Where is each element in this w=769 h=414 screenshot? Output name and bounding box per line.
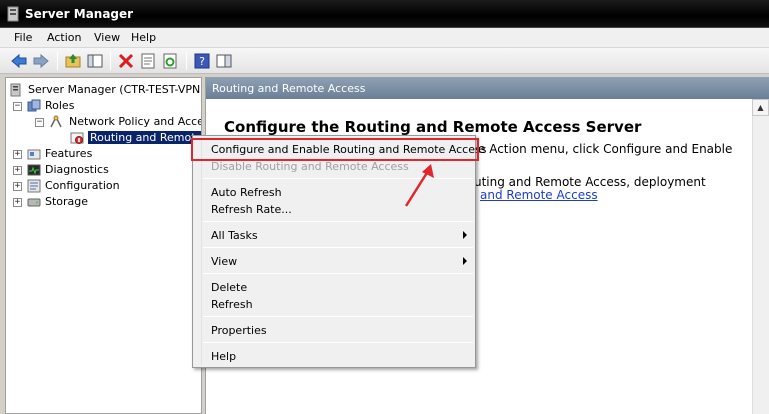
tree-label: Server Manager (CTR-TEST-VPN) [28, 83, 202, 96]
help-icon[interactable]: ? [193, 52, 211, 70]
vertical-scrollbar[interactable] [752, 99, 769, 414]
menu-view[interactable]: View [94, 31, 120, 44]
menu-help[interactable]: Help [131, 31, 156, 44]
title-bar: Server Manager [0, 0, 769, 28]
page-heading: Configure the Routing and Remote Access … [224, 118, 642, 136]
show-hide-tree-icon[interactable] [86, 52, 104, 70]
menu-item-help[interactable]: Help [211, 350, 236, 363]
tree-label: Roles [45, 99, 75, 112]
action-pane-icon[interactable] [215, 52, 233, 70]
menu-item-auto-refresh[interactable]: Auto Refresh [211, 186, 282, 199]
menu-item-disable: Disable Routing and Remote Access [211, 160, 409, 173]
up-folder-icon[interactable] [64, 52, 82, 70]
console-tree: Server Manager (CTR-TEST-VPN) − Roles − … [5, 77, 202, 414]
annotation-arrow-icon [404, 164, 434, 207]
tree-label: Configuration [45, 179, 120, 192]
toolbar-separator [186, 52, 187, 70]
routing-icon [70, 132, 84, 144]
properties-icon[interactable] [139, 52, 157, 70]
toolbar-separator [57, 52, 58, 70]
refresh-icon[interactable] [161, 52, 179, 70]
diagnostics-icon [27, 164, 41, 176]
storage-icon [27, 198, 41, 207]
submenu-arrow-icon [463, 257, 467, 265]
network-policy-icon [50, 115, 62, 128]
expand-icon[interactable]: + [13, 198, 22, 207]
details-header: Routing and Remote Access [206, 77, 769, 99]
menu-action[interactable]: Action [47, 31, 81, 44]
menu-item-properties[interactable]: Properties [211, 324, 267, 337]
tree-label: Features [45, 147, 93, 160]
expand-icon[interactable]: + [13, 150, 22, 159]
menu-bar: File Action View Help [0, 28, 769, 48]
tree-label: Diagnostics [45, 163, 109, 176]
back-icon[interactable] [10, 52, 28, 70]
menu-item-view[interactable]: View [211, 255, 237, 268]
menu-item-all-tasks[interactable]: All Tasks [211, 229, 258, 242]
forward-icon[interactable] [32, 52, 50, 70]
collapse-icon[interactable]: − [13, 102, 22, 111]
menu-separator [203, 221, 473, 222]
menu-item-refresh[interactable]: Refresh [211, 298, 253, 311]
menu-file[interactable]: File [14, 31, 32, 44]
submenu-arrow-icon [463, 231, 467, 239]
roles-icon [27, 99, 41, 112]
delete-icon[interactable] [117, 52, 135, 70]
toolbar: ? [0, 48, 769, 74]
help-link[interactable]: and Remote Access [480, 188, 598, 202]
highlight-box [191, 138, 479, 161]
configuration-icon [27, 179, 41, 193]
menu-item-delete[interactable]: Delete [211, 281, 247, 294]
tree-label: Routing and Remote Ac [88, 131, 201, 144]
collapse-icon[interactable]: − [35, 118, 44, 127]
expand-icon[interactable]: + [13, 166, 22, 175]
tree-label: Storage [45, 195, 89, 208]
toolbar-separator [110, 52, 111, 70]
server-icon [10, 83, 21, 97]
menu-gutter [195, 138, 202, 365]
menu-separator [203, 273, 473, 274]
menu-separator [203, 316, 473, 317]
svg-text:?: ? [199, 55, 205, 68]
window-title: Server Manager [25, 7, 134, 21]
menu-separator [203, 247, 473, 248]
server-manager-icon [7, 6, 19, 22]
instruction-text: e Action menu, click Configure and Enabl… [478, 142, 733, 156]
info-text: uting and Remote Access, deployment [474, 175, 706, 189]
features-icon [27, 149, 41, 160]
scroll-up-icon[interactable]: ▲ [752, 99, 769, 116]
menu-separator [203, 342, 473, 343]
menu-item-refresh-rate[interactable]: Refresh Rate... [211, 203, 292, 216]
tree-label: Network Policy and Access [69, 115, 202, 128]
expand-icon[interactable]: + [13, 182, 22, 191]
